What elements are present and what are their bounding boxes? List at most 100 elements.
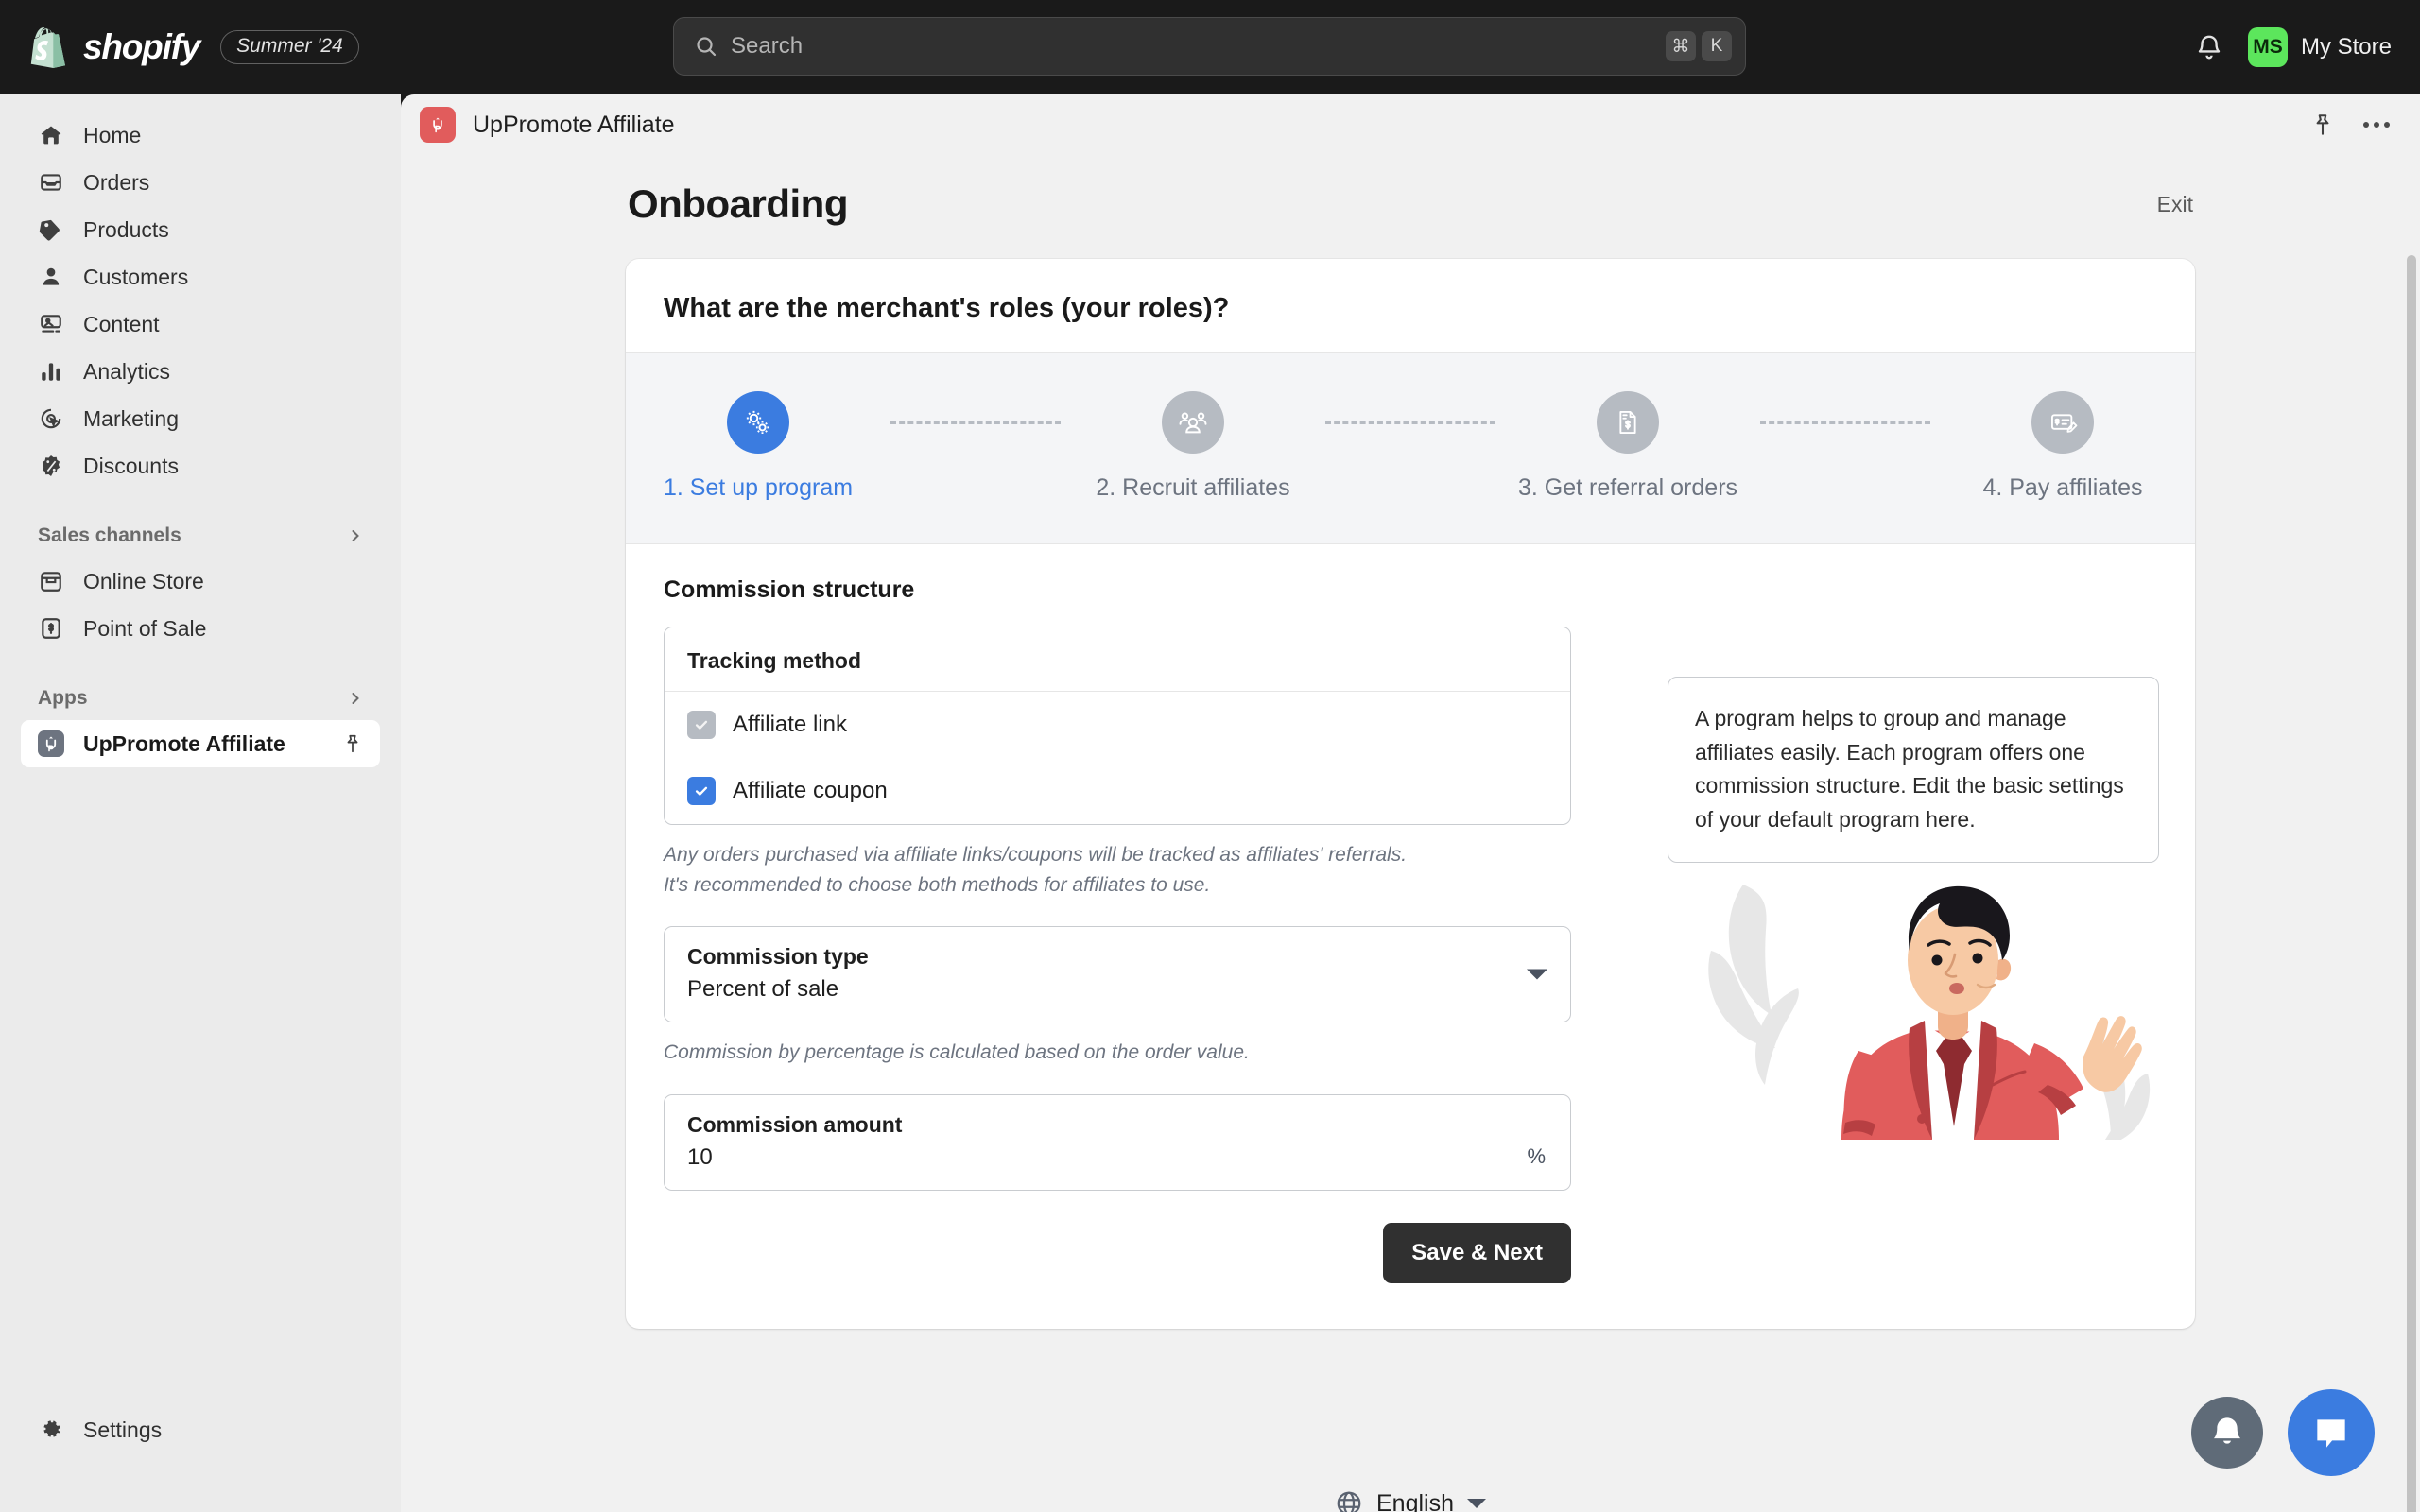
globe-icon	[1335, 1489, 1363, 1512]
orders-icon	[38, 169, 64, 196]
notification-fab[interactable]	[2191, 1397, 2263, 1469]
chevron-down-icon[interactable]	[1467, 1499, 1486, 1508]
pin-icon[interactable]	[342, 733, 363, 754]
sidebar-item-products[interactable]: Products	[21, 206, 380, 253]
sidebar-item-discounts[interactable]: Discounts	[21, 442, 380, 490]
sidebar-item-online-store[interactable]: Online Store	[21, 558, 380, 605]
step-label: 3. Get referral orders	[1517, 474, 1738, 501]
storefront-icon	[38, 568, 64, 594]
step-1-set-up-program[interactable]: 1. Set up program	[626, 391, 890, 502]
checkbox-checked-icon[interactable]	[687, 777, 716, 805]
onboarding-content: Onboarding Exit What are the merchant's …	[401, 181, 2420, 1512]
onboarding-card: What are the merchant's roles (your role…	[626, 259, 2195, 1329]
step-label: 1. Set up program	[663, 474, 854, 501]
discount-icon	[38, 453, 64, 479]
sales-channels-title: Sales channels	[38, 524, 182, 546]
step-4-pay-affiliates[interactable]: 4. Pay affiliates	[1930, 391, 2195, 502]
shopify-brand[interactable]: shopify Summer '24	[0, 26, 359, 68]
page-scrollbar[interactable]	[2407, 255, 2416, 1512]
gears-icon	[727, 391, 789, 454]
commission-form: Commission structure Tracking method Aff…	[664, 576, 1571, 1283]
home-icon	[38, 122, 64, 148]
topbar-right: MS My Store	[2195, 0, 2392, 94]
step-2-recruit-affiliates[interactable]: 2. Recruit affiliates	[1061, 391, 1325, 502]
sidebar-item-uppromote-affiliate[interactable]: UpPromote Affiliate	[21, 720, 380, 767]
onboarding-stepper: 1. Set up program 2. Recruit affiliates …	[626, 353, 2195, 544]
store-menu[interactable]: MS My Store	[2247, 27, 2392, 67]
uppromote-icon	[38, 730, 64, 757]
commission-type-value: Percent of sale	[687, 976, 839, 1002]
sidebar-label: Orders	[83, 169, 150, 195]
checkbox-affiliate-coupon[interactable]: Affiliate coupon	[665, 758, 1570, 824]
pos-icon	[38, 615, 64, 642]
image-icon	[38, 311, 64, 337]
language-selector[interactable]: English	[1335, 1489, 1486, 1512]
commission-type-select[interactable]: Commission type Percent of sale	[664, 926, 1571, 1022]
step-3-get-referral-orders[interactable]: 3. Get referral orders	[1495, 391, 1760, 502]
percent-suffix: %	[1527, 1143, 1546, 1168]
page-header: Onboarding Exit	[626, 181, 2195, 227]
step-label: 4. Pay affiliates	[1982, 474, 2143, 501]
sidebar-item-orders[interactable]: Orders	[21, 159, 380, 206]
commission-type-label: Commission type	[687, 944, 869, 969]
kbd-k: K	[1702, 31, 1732, 61]
app-header-actions	[2310, 112, 2390, 137]
shopify-logo-icon	[30, 26, 68, 68]
main-sidebar: Home Orders Products Customers Content A…	[0, 94, 401, 1512]
sidebar-item-home[interactable]: Home	[21, 112, 380, 159]
tracking-method-box: Tracking method Affiliate link Affiliate…	[664, 627, 1571, 825]
sidebar-item-analytics[interactable]: Analytics	[21, 348, 380, 395]
app-title: UpPromote Affiliate	[473, 111, 675, 138]
invoice-icon	[1597, 391, 1659, 454]
commission-amount-label: Commission amount	[687, 1111, 903, 1137]
section-label-commission-structure: Commission structure	[664, 576, 915, 603]
sidebar-label: Point of Sale	[83, 615, 207, 641]
sidebar-item-content[interactable]: Content	[21, 301, 380, 348]
sidebar-item-customers[interactable]: Customers	[21, 253, 380, 301]
sidebar-label: UpPromote Affiliate	[83, 730, 285, 756]
sidebar-label: Online Store	[83, 568, 204, 593]
global-topbar: shopify Summer '24 Search ⌘ K MS My Stor…	[0, 0, 2420, 94]
people-icon	[1162, 391, 1224, 454]
ellipsis-icon[interactable]	[2363, 122, 2390, 128]
commission-amount-field[interactable]: Commission amount 10 %	[664, 1093, 1571, 1191]
sidebar-label: Products	[83, 216, 169, 242]
step-connector	[1760, 391, 1930, 454]
gear-icon	[38, 1417, 64, 1443]
chevron-right-icon[interactable]	[348, 528, 363, 543]
step-connector	[1325, 391, 1495, 454]
chat-fab[interactable]	[2288, 1389, 2375, 1476]
card-question: What are the merchant's roles (your role…	[664, 293, 1230, 323]
step-label: 2. Recruit affiliates	[1096, 474, 1290, 501]
save-and-next-button[interactable]: Save & Next	[1383, 1222, 1571, 1283]
search-input[interactable]: Search	[731, 33, 1660, 60]
chevron-right-icon[interactable]	[348, 691, 363, 706]
checkbox-affiliate-link[interactable]: Affiliate link	[665, 692, 1570, 758]
app-panel: UpPromote Affiliate Onboarding Exit What…	[401, 94, 2420, 1512]
pin-icon[interactable]	[2310, 112, 2335, 137]
sidebar-label: Discounts	[83, 453, 179, 478]
sales-channels-header[interactable]: Sales channels	[21, 514, 380, 558]
sidebar-item-point-of-sale[interactable]: Point of Sale	[21, 605, 380, 652]
shopify-wordmark: shopify	[83, 27, 200, 66]
commission-amount-input[interactable]: 10	[687, 1144, 1547, 1171]
kbd-cmd: ⌘	[1666, 31, 1696, 61]
season-badge: Summer '24	[220, 30, 359, 64]
target-icon	[38, 405, 64, 432]
checkbox-label: Affiliate coupon	[733, 778, 888, 803]
language-label: English	[1376, 1489, 1454, 1512]
global-search[interactable]: Search ⌘ K	[673, 17, 1746, 76]
exit-link[interactable]: Exit	[2157, 192, 2193, 217]
commission-type-helper-text: Commission by percentage is calculated b…	[664, 1041, 1250, 1063]
sidebar-item-settings[interactable]: Settings	[21, 1406, 179, 1453]
search-icon	[695, 35, 717, 58]
chevron-down-icon[interactable]	[1527, 969, 1547, 980]
tracking-method-header: Tracking method	[665, 627, 1570, 692]
card-body: Commission structure Tracking method Aff…	[626, 544, 2195, 1329]
sidebar-item-marketing[interactable]: Marketing	[21, 395, 380, 442]
checkbox-checked-icon[interactable]	[687, 711, 716, 739]
apps-header[interactable]: Apps	[21, 677, 380, 720]
tooltip-text: A program helps to group and manage affi…	[1695, 706, 2124, 832]
notifications-icon[interactable]	[2195, 33, 2223, 61]
checkbox-label: Affiliate link	[733, 712, 847, 737]
